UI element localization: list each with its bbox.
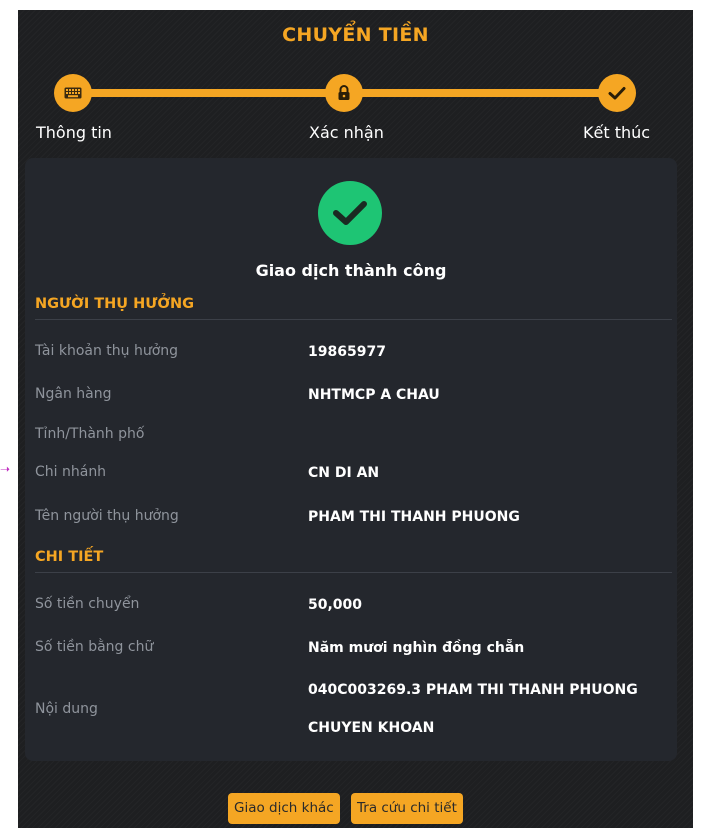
amount-words-value: Năm mươi nghìn đồng chẵn — [308, 640, 525, 656]
account-label: Tài khoản thụ hưởng — [35, 343, 179, 359]
step-finish-circle — [598, 74, 636, 112]
step-label-info: Thông tin — [36, 123, 112, 142]
bank-value: NHTMCP A CHAU — [308, 387, 440, 403]
other-transaction-button[interactable]: Giao dịch khác — [228, 793, 340, 824]
province-label: Tỉnh/Thành phố — [35, 426, 145, 442]
amount-words-label: Số tiền bằng chữ — [35, 639, 154, 655]
step-label-confirm: Xác nhận — [309, 123, 384, 142]
account-value: 19865977 — [308, 344, 386, 360]
page-title: CHUYỂN TIỀN — [282, 24, 429, 46]
beneficiary-name-value: PHAM THI THANH PHUONG — [308, 509, 520, 525]
success-check-icon — [318, 181, 382, 245]
bank-label: Ngân hàng — [35, 386, 112, 402]
step-label-finish: Kết thúc — [583, 123, 651, 142]
view-details-button[interactable]: Tra cứu chi tiết — [351, 793, 463, 824]
amount-value: 50,000 — [308, 597, 363, 613]
keyboard-icon — [64, 87, 82, 99]
success-message: Giao dịch thành công — [255, 261, 447, 280]
beneficiary-section-title: NGƯỜI THỤ HƯỞNG — [35, 296, 195, 312]
branch-value: CN DI AN — [308, 465, 380, 481]
check-icon — [608, 87, 626, 100]
branch-label: Chi nhánh — [35, 464, 107, 480]
content-value-line2: CHUYEN KHOAN — [308, 720, 435, 736]
transfer-result-panel: CHUYỂN TIỀN Thông tin Xác nhận Kết thúc … — [18, 10, 693, 828]
section-divider — [35, 572, 672, 573]
transaction-summary-card: Giao dịch thành công NGƯỜI THỤ HƯỞNG Tài… — [25, 158, 677, 761]
amount-label: Số tiền chuyển — [35, 596, 140, 612]
arrow-indicator-icon: ➝ — [0, 462, 11, 476]
content-label: Nội dung — [35, 701, 98, 717]
step-confirm-circle — [325, 74, 363, 112]
lock-icon — [338, 85, 350, 100]
content-value-line1: 040C003269.3 PHAM THI THANH PHUONG — [308, 682, 638, 698]
details-section-title: CHI TIẾT — [35, 549, 104, 565]
step-info-circle — [54, 74, 92, 112]
section-divider — [35, 319, 672, 320]
beneficiary-name-label: Tên người thụ hưởng — [35, 508, 179, 524]
